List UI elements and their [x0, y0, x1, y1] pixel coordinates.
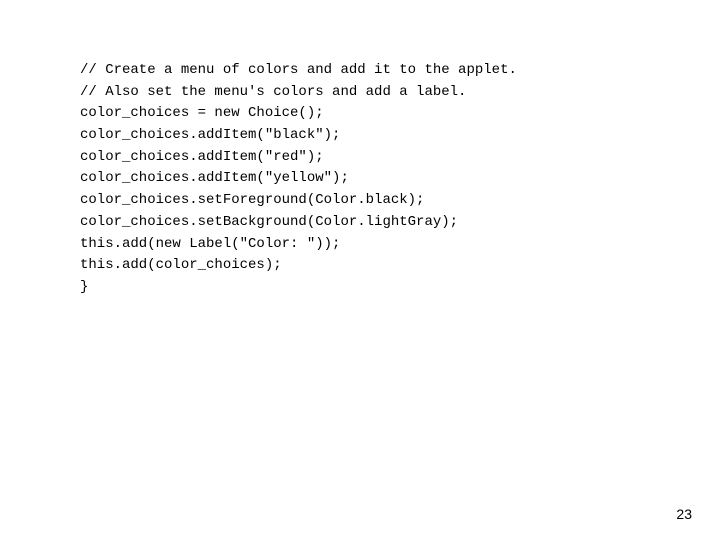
page-number: 23: [676, 506, 692, 522]
code-block: // Create a menu of colors and add it to…: [80, 60, 517, 299]
